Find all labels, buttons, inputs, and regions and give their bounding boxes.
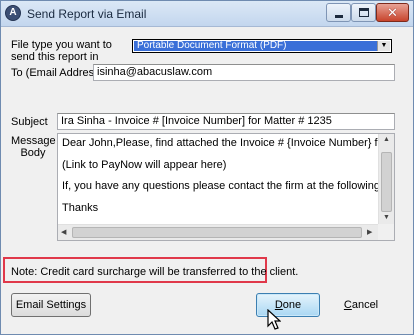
message-line: Dear John,Please, find attached the Invo… [62,138,378,149]
surcharge-note-highlight: Note: Credit card surcharge will be tran… [3,257,298,283]
to-email-label: To (Email Address) [11,67,104,79]
email-settings-label: Email Settings [15,299,87,311]
message-body-label: Message Body [11,135,56,159]
file-type-select[interactable]: Portable Document Format (PDF) ▼ [132,39,392,53]
cancel-button[interactable]: Cancel [329,293,393,317]
vertical-scroll-thumb[interactable] [381,152,392,212]
cancel-label-rest: ancel [351,299,379,311]
dropdown-arrow-icon[interactable]: ▼ [377,41,390,51]
send-report-dialog: A Send Report via Email ✕ File type you … [0,0,414,335]
mouse-cursor-icon [267,309,281,330]
vertical-scrollbar[interactable]: ▲ ▼ [378,134,394,224]
scroll-up-arrow-icon[interactable]: ▲ [383,136,390,143]
message-line: (Link to PayNow will appear here) [62,158,227,171]
subject-label: Subject [11,116,48,128]
scroll-left-arrow-icon[interactable]: ◀ [61,228,66,236]
horizontal-scrollbar[interactable]: ◀ ▶ [58,224,378,240]
message-line: If, you have any questions please contac… [62,180,378,192]
message-body-textarea[interactable]: Dear John,Please, find attached the Invo… [57,133,395,241]
close-icon: ✕ [387,5,398,20]
abacus-app-icon: A [5,5,21,21]
scroll-right-arrow-icon[interactable]: ▶ [367,228,372,236]
message-label-line-1: Message [11,135,56,147]
to-email-input[interactable]: isinha@abacuslaw.com [93,64,395,81]
maximize-icon [359,8,369,17]
file-type-label-line-1: File type you want to [11,39,112,51]
close-button[interactable]: ✕ [376,3,409,22]
scrollbar-corner [378,224,394,240]
subject-input[interactable]: Ira Sinha - Invoice # [Invoice Number] f… [57,113,395,130]
minimize-button[interactable] [326,3,351,22]
minimize-icon [335,15,343,18]
file-type-label-line-2: send this report in [11,51,99,63]
surcharge-note: Note: Credit card surcharge will be tran… [11,266,299,278]
file-type-selected-value: Portable Document Format (PDF) [134,41,377,51]
message-line: Thanks [62,201,99,214]
done-label-rest: one [282,299,302,311]
cancel-label-accelerator: C [343,299,352,311]
message-label-line-2: Body [20,147,46,159]
horizontal-scroll-thumb[interactable] [72,227,362,238]
done-button[interactable]: Done [256,293,320,317]
maximize-button[interactable] [351,3,376,22]
scroll-down-arrow-icon[interactable]: ▼ [383,214,390,221]
title-bar[interactable]: A Send Report via Email ✕ [1,1,413,27]
file-type-label: File type you want to send this report i… [11,39,112,63]
dialog-title: Send Report via Email [27,7,147,21]
email-settings-button[interactable]: Email Settings [11,293,91,317]
